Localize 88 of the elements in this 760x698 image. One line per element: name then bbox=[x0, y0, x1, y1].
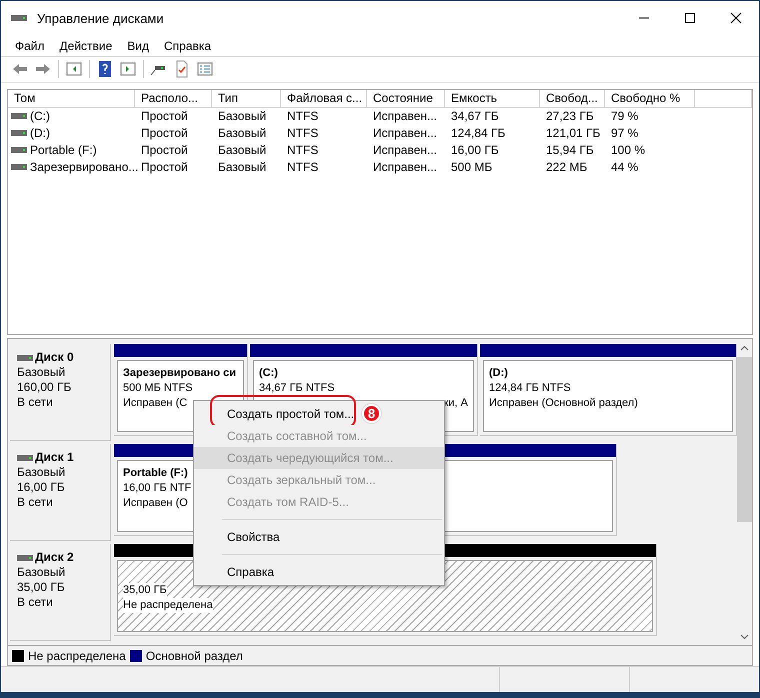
table-cell-text: 44 % bbox=[611, 159, 638, 176]
close-icon bbox=[730, 12, 742, 24]
drive-icon bbox=[11, 129, 27, 138]
disk-status: В сети bbox=[17, 595, 54, 610]
disk-size: 160,00 ГБ bbox=[17, 380, 72, 396]
table-cell-text: Простой bbox=[141, 108, 188, 126]
disk-name: Диск 0 bbox=[35, 350, 74, 366]
menu-item[interactable]: Вид bbox=[120, 36, 156, 55]
scroll-down-icon[interactable] bbox=[740, 634, 749, 640]
table-cell-text: 500 МБ bbox=[451, 159, 492, 176]
partition-status: Исправен (С bbox=[123, 396, 188, 412]
disk-status: В сети bbox=[17, 395, 54, 410]
disk-name: Диск 2 bbox=[35, 550, 74, 566]
scrollbar-thumb[interactable] bbox=[737, 357, 752, 522]
table-cell-text: Базовый bbox=[218, 125, 266, 142]
drive-icon bbox=[17, 454, 33, 462]
table-cell-text: NTFS bbox=[287, 159, 318, 176]
table-cell-text: Зарезервировано... bbox=[30, 159, 138, 176]
disk-size: 35,00 ГБ bbox=[17, 580, 66, 596]
legend-label: Основной раздел bbox=[146, 648, 243, 665]
table-cell-text: NTFS bbox=[287, 108, 318, 126]
partition-name: Portable (F:) bbox=[123, 466, 188, 482]
table-cell-text: Portable (F:) bbox=[30, 142, 97, 160]
step-badge: 8 bbox=[362, 404, 381, 423]
table-cell-text: 27,23 ГБ bbox=[546, 108, 594, 126]
table-cell-text: (D:) bbox=[30, 125, 50, 142]
table-cell-text: NTFS bbox=[287, 142, 318, 160]
column-header[interactable]: Емкость bbox=[445, 90, 540, 107]
table-cell-text: 124,84 ГБ bbox=[451, 125, 506, 142]
column-header[interactable]: Свободно % bbox=[605, 90, 695, 107]
maximize-icon bbox=[684, 12, 696, 24]
drive-icon bbox=[11, 146, 27, 154]
drive-icon bbox=[11, 163, 27, 172]
partition-name: Зарезервировано си bbox=[123, 366, 236, 382]
context-menu-item[interactable]: Свойства bbox=[194, 526, 444, 548]
partition-name: (D:) bbox=[489, 366, 508, 382]
menu-item[interactable]: Файл bbox=[8, 36, 52, 55]
table-cell-text: Исправен... bbox=[373, 125, 438, 142]
table-cell-text: 15,94 ГБ bbox=[546, 142, 594, 160]
column-header[interactable]: Файловая с... bbox=[281, 90, 367, 107]
table-cell-text: 222 МБ bbox=[546, 159, 588, 176]
partition-status: Не распределена bbox=[123, 598, 213, 614]
column-header[interactable]: Свобод... bbox=[540, 90, 605, 107]
drive-icon bbox=[11, 14, 27, 22]
disk-type: Базовый bbox=[17, 565, 66, 580]
window-title: Управление дисками bbox=[37, 10, 164, 28]
drive-icon bbox=[11, 112, 27, 120]
table-cell-text: Исправен... bbox=[373, 108, 438, 126]
disk-status: В сети bbox=[17, 495, 54, 510]
disk-size: 16,00 ГБ bbox=[17, 480, 66, 496]
disk-info-panel[interactable]: Диск 0 Базовый 160,00 ГБ В сети bbox=[10, 344, 111, 442]
column-header[interactable]: Состояние bbox=[367, 90, 445, 107]
table-cell-text: Базовый bbox=[218, 159, 266, 176]
table-cell-text: Базовый bbox=[218, 142, 266, 160]
partition-status: Исправен (Основной раздел) bbox=[489, 396, 638, 412]
table-cell-text: 16,00 ГБ bbox=[451, 142, 499, 160]
menu-item[interactable]: Действие bbox=[52, 36, 120, 55]
disk-type: Базовый bbox=[17, 365, 66, 380]
table-cell-text: 79 % bbox=[611, 108, 638, 126]
menu-item[interactable]: Справка bbox=[157, 36, 218, 55]
table-cell-text: Базовый bbox=[218, 108, 266, 126]
table-cell-text: 97 % bbox=[611, 125, 638, 142]
table-cell-text: Исправен... bbox=[373, 142, 438, 160]
legend-label: Не распределена bbox=[28, 648, 126, 665]
disk-info-panel[interactable]: Диск 1 Базовый 16,00 ГБ В сети bbox=[10, 444, 111, 542]
table-cell-text: 34,67 ГБ bbox=[451, 108, 499, 126]
table-cell-text: 100 % bbox=[611, 142, 646, 160]
table-cell-text: NTFS bbox=[287, 125, 318, 142]
partition-status: Исправен (О bbox=[123, 496, 188, 512]
scroll-up-icon[interactable] bbox=[740, 345, 749, 352]
column-header[interactable]: Том bbox=[8, 90, 135, 107]
partition-size: 35,00 ГБ bbox=[123, 583, 167, 598]
table-cell-text: Простой bbox=[141, 142, 188, 160]
column-header[interactable]: Тип bbox=[212, 90, 281, 107]
table-cell-text: Исправен... bbox=[373, 159, 438, 176]
drive-icon bbox=[17, 354, 33, 362]
table-cell-text: 121,01 ГБ bbox=[546, 125, 600, 142]
drive-icon bbox=[17, 554, 33, 562]
disk-name: Диск 1 bbox=[35, 450, 74, 466]
partition-name: (C:) bbox=[259, 366, 278, 382]
column-header[interactable]: Располо... bbox=[135, 90, 212, 107]
disk-type: Базовый bbox=[17, 465, 66, 480]
table-cell-text: (C:) bbox=[30, 108, 50, 126]
context-menu-item[interactable]: Справка bbox=[194, 561, 444, 583]
disk-info-panel[interactable]: Диск 2 Базовый 35,00 ГБ В сети bbox=[10, 544, 111, 642]
partition-box[interactable]: (D:) 124,84 ГБ NTFS Исправен (Основной раздел) bbox=[483, 360, 733, 432]
table-cell-text: Простой bbox=[141, 159, 188, 176]
table-cell-text: Простой bbox=[141, 125, 188, 142]
